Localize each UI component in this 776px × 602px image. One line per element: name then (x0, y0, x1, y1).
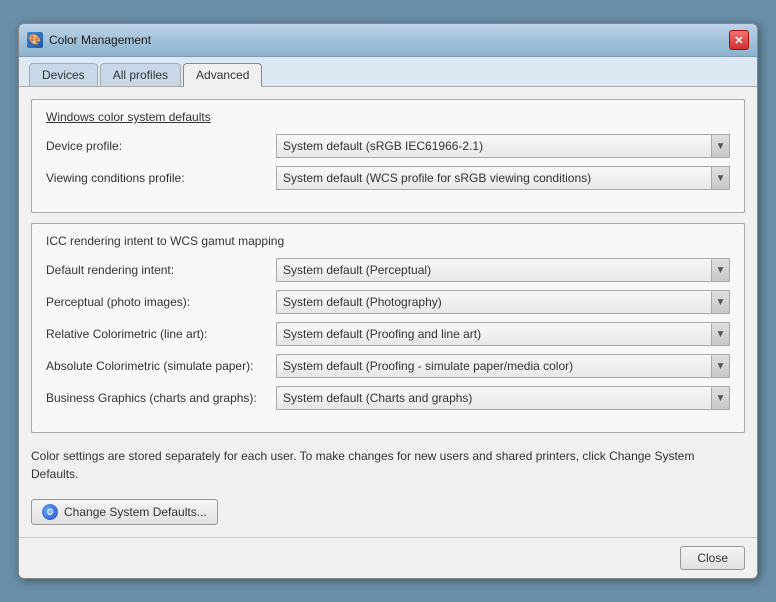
default-rendering-row: Default rendering intent: System default… (46, 258, 730, 282)
absolute-colorimetric-label: Absolute Colorimetric (simulate paper): (46, 359, 276, 373)
default-rendering-value: System default (Perceptual) (283, 263, 711, 277)
relative-colorimetric-dropdown[interactable]: System default (Proofing and line art) ▼ (276, 322, 730, 346)
absolute-colorimetric-arrow: ▼ (711, 355, 729, 377)
business-graphics-row: Business Graphics (charts and graphs): S… (46, 386, 730, 410)
viewing-conditions-dropdown[interactable]: System default (WCS profile for sRGB vie… (276, 166, 730, 190)
tab-all-profiles[interactable]: All profiles (100, 63, 181, 86)
absolute-colorimetric-row: Absolute Colorimetric (simulate paper): … (46, 354, 730, 378)
absolute-colorimetric-dropdown[interactable]: System default (Proofing - simulate pape… (276, 354, 730, 378)
title-bar: 🎨 Color Management ✕ (19, 24, 757, 57)
viewing-conditions-label: Viewing conditions profile: (46, 171, 276, 185)
business-graphics-dropdown[interactable]: System default (Charts and graphs) ▼ (276, 386, 730, 410)
perceptual-label: Perceptual (photo images): (46, 295, 276, 309)
section2-title: ICC rendering intent to WCS gamut mappin… (46, 234, 730, 248)
change-defaults-icon: ⚙ (42, 504, 58, 520)
icc-rendering-section: ICC rendering intent to WCS gamut mappin… (31, 223, 745, 433)
info-text: Color settings are stored separately for… (31, 443, 745, 487)
tab-advanced[interactable]: Advanced (183, 63, 262, 87)
tab-devices[interactable]: Devices (29, 63, 98, 86)
device-profile-arrow: ▼ (711, 135, 729, 157)
windows-color-system-section: Windows color system defaults Device pro… (31, 99, 745, 213)
viewing-conditions-row: Viewing conditions profile: System defau… (46, 166, 730, 190)
title-bar-left: 🎨 Color Management (27, 32, 151, 48)
window-icon: 🎨 (27, 32, 43, 48)
change-defaults-label: Change System Defaults... (64, 505, 207, 519)
window-title: Color Management (49, 33, 151, 47)
relative-colorimetric-label: Relative Colorimetric (line art): (46, 327, 276, 341)
relative-colorimetric-arrow: ▼ (711, 323, 729, 345)
device-profile-row: Device profile: System default (sRGB IEC… (46, 134, 730, 158)
relative-colorimetric-row: Relative Colorimetric (line art): System… (46, 322, 730, 346)
bottom-bar: Close (19, 537, 757, 578)
viewing-conditions-value: System default (WCS profile for sRGB vie… (283, 171, 711, 185)
perceptual-value: System default (Photography) (283, 295, 711, 309)
perceptual-row: Perceptual (photo images): System defaul… (46, 290, 730, 314)
business-graphics-value: System default (Charts and graphs) (283, 391, 711, 405)
default-rendering-arrow: ▼ (711, 259, 729, 281)
tab-content: Windows color system defaults Device pro… (19, 87, 757, 537)
change-system-defaults-button[interactable]: ⚙ Change System Defaults... (31, 499, 218, 525)
tabs-bar: Devices All profiles Advanced (19, 57, 757, 87)
default-rendering-dropdown[interactable]: System default (Perceptual) ▼ (276, 258, 730, 282)
relative-colorimetric-value: System default (Proofing and line art) (283, 327, 711, 341)
business-graphics-arrow: ▼ (711, 387, 729, 409)
perceptual-dropdown[interactable]: System default (Photography) ▼ (276, 290, 730, 314)
viewing-conditions-arrow: ▼ (711, 167, 729, 189)
device-profile-value: System default (sRGB IEC61966-2.1) (283, 139, 711, 153)
device-profile-dropdown[interactable]: System default (sRGB IEC61966-2.1) ▼ (276, 134, 730, 158)
device-profile-label: Device profile: (46, 139, 276, 153)
color-management-window: 🎨 Color Management ✕ Devices All profile… (18, 23, 758, 579)
window-close-button[interactable]: ✕ (729, 30, 749, 50)
absolute-colorimetric-value: System default (Proofing - simulate pape… (283, 359, 711, 373)
close-button[interactable]: Close (680, 546, 745, 570)
section1-title: Windows color system defaults (46, 110, 730, 124)
business-graphics-label: Business Graphics (charts and graphs): (46, 391, 276, 405)
perceptual-arrow: ▼ (711, 291, 729, 313)
default-rendering-label: Default rendering intent: (46, 263, 276, 277)
